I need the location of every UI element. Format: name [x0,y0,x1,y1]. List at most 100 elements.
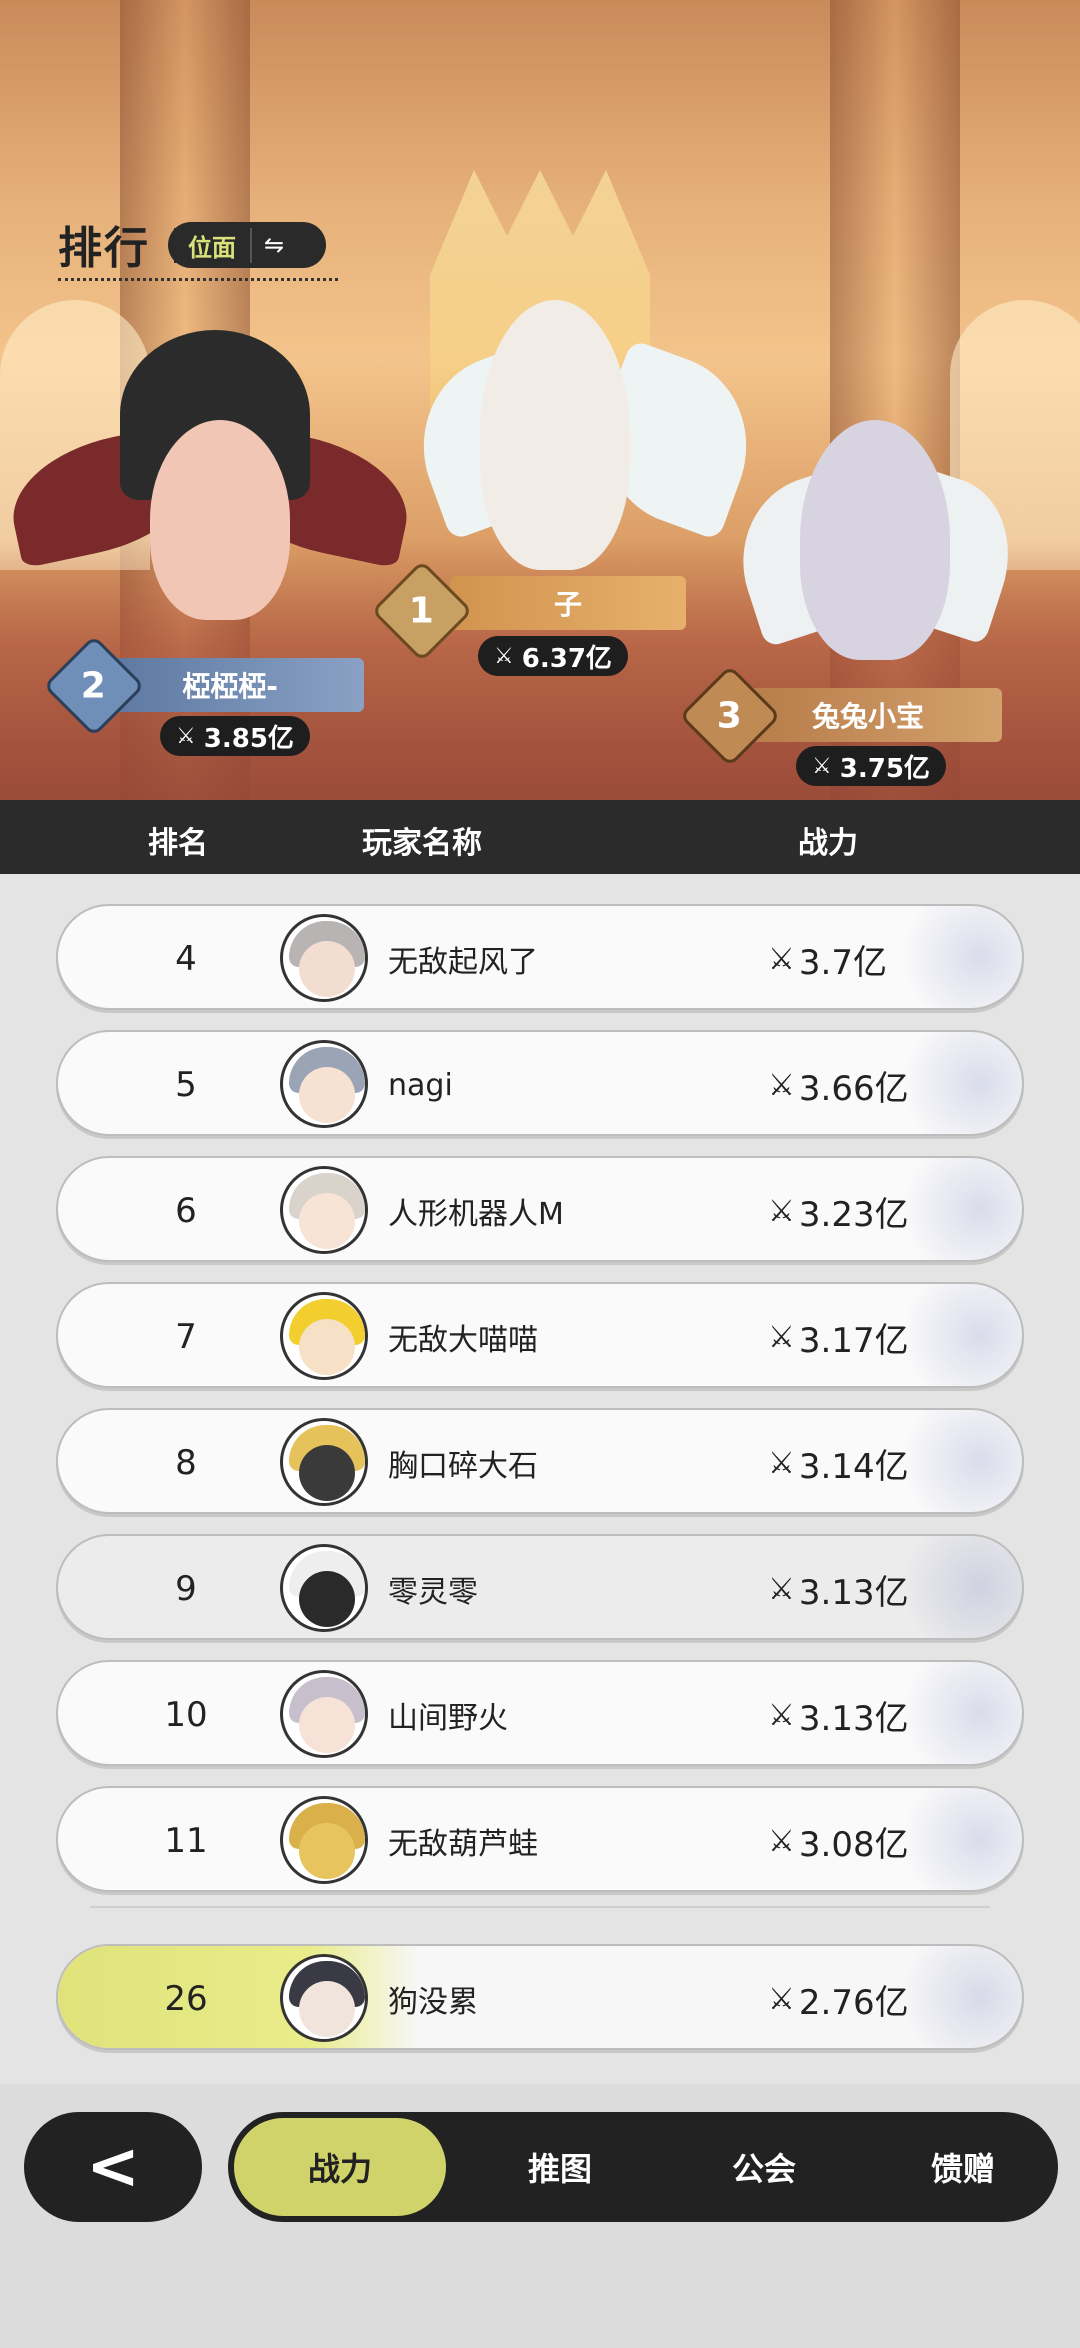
header-power: 战力 [798,826,858,861]
row-power-value: 3.23亿 [798,1194,909,1235]
rank-3-power: ⚔ 3.75亿 [796,746,946,786]
tab-guild[interactable]: 公会 [664,2112,864,2222]
row-power: ⚔ 3.13亿 [768,1662,909,1768]
table-row[interactable]: 9 零灵零 ⚔ 3.13亿 [56,1534,1024,1640]
list-divider [90,1906,990,1908]
rank-1-number: 1 [409,590,435,632]
rank-3-name: 兔兔小宝 [811,700,924,733]
row-player-name: 胸口碎大石 [388,1449,538,1484]
row-player-name: 人形机器人M [388,1197,564,1232]
ranking-list[interactable]: 4 无敌起风了 ⚔ 3.7亿 5 nagi ⚔ 3.66亿 6 人形机器人M ⚔ 3.… [0,874,1080,2084]
row-power: ⚔ 3.7亿 [768,906,887,1012]
character-rank-1[interactable] [480,300,630,570]
row-power: ⚔ 3.13亿 [768,1536,909,1642]
row-rank: 9 [175,1569,197,1609]
power-icon: ⚔ [176,723,196,749]
realm-switch-label: 位面 [174,227,252,263]
row-decoration [882,906,1022,1008]
avatar[interactable] [280,1040,368,1128]
row-power-value: 3.13亿 [798,1698,909,1739]
avatar[interactable] [280,1418,368,1506]
rank-1-name: 子 [553,588,582,621]
self-player-name: 狗没累 [388,1985,478,2020]
avatar[interactable] [280,1292,368,1380]
power-icon: ⚔ [768,1981,795,2017]
power-icon: ⚔ [768,941,795,977]
tab-stage-progress[interactable]: 推图 [460,2112,660,2222]
table-row[interactable]: 11 无敌葫芦蛙 ⚔ 3.08亿 [56,1786,1024,1892]
table-row[interactable]: 7 无敌大喵喵 ⚔ 3.17亿 [56,1282,1024,1388]
power-icon: ⚔ [768,1067,795,1103]
self-rank-row[interactable]: 26 狗没累 ⚔ 2.76亿 [56,1944,1024,2050]
avatar[interactable] [280,1796,368,1884]
table-row[interactable]: 8 胸口碎大石 ⚔ 3.14亿 [56,1408,1024,1514]
row-player-name: 无敌葫芦蛙 [388,1827,538,1862]
power-icon: ⚔ [494,643,514,669]
table-row[interactable]: 10 山间野火 ⚔ 3.13亿 [56,1660,1024,1766]
tab-label: 公会 [731,2150,796,2188]
power-icon: ⚔ [768,1319,795,1355]
row-power-value: 3.14亿 [798,1446,909,1487]
avatar[interactable] [280,1954,368,2042]
rank-3-number: 3 [717,695,743,737]
power-icon: ⚔ [768,1571,795,1607]
chevron-left-icon: < [86,2130,140,2204]
self-rank: 26 [164,1979,208,2019]
row-player-name: 无敌起风了 [388,945,538,980]
row-power-value: 3.7亿 [798,942,887,983]
rank-1-power-value: 6.37亿 [521,643,612,674]
power-icon: ⚔ [768,1823,795,1859]
swap-arrows-icon: ⇋ [264,231,285,259]
row-power-value: 3.66亿 [798,1068,909,1109]
page-title: 排行 [58,223,150,274]
table-row[interactable]: 6 人形机器人M ⚔ 3.23亿 [56,1156,1024,1262]
avatar[interactable] [280,1166,368,1254]
power-icon: ⚔ [768,1193,795,1229]
avatar[interactable] [280,914,368,1002]
realm-switch-button[interactable]: 位面 ⇋ [168,222,326,268]
row-power-value: 3.17亿 [798,1320,909,1361]
row-player-name: 山间野火 [388,1701,508,1736]
character-rank-2[interactable] [150,420,290,620]
table-header: 排名 玩家名称 战力 [0,800,1080,874]
rank-2-name: 椏椏椏- [182,670,278,703]
header-player-name: 玩家名称 [362,826,482,861]
self-power: ⚔ 2.76亿 [768,1946,909,2052]
row-power: ⚔ 3.66亿 [768,1032,909,1138]
row-rank: 4 [175,939,197,979]
power-icon: ⚔ [768,1445,795,1481]
avatar[interactable] [280,1670,368,1758]
row-player-name: 无敌大喵喵 [388,1323,538,1358]
rank-2-power: ⚔ 3.85亿 [160,716,310,756]
header-rank: 排名 [148,826,208,861]
self-power-value: 2.76亿 [798,1982,909,2023]
rank-2-number: 2 [81,665,107,707]
tab-label: 战力 [307,2150,372,2188]
rank-2-power-value: 3.85亿 [203,723,294,754]
back-button[interactable]: < [24,2112,202,2222]
category-tabs: 战力 推图 公会 馈赠 [228,2112,1058,2222]
power-icon: ⚔ [768,1697,795,1733]
podium-stage: 子 1 ⚔ 6.37亿 椏椏椏- 2 ⚔ 3.85亿 兔兔小宝 3 ⚔ 3.75… [0,0,1080,800]
tab-label: 推图 [527,2150,592,2188]
row-rank: 8 [175,1443,197,1483]
rank-1-power: ⚔ 6.37亿 [478,636,628,676]
row-rank: 10 [164,1695,208,1735]
tab-gift[interactable]: 馈赠 [868,2112,1058,2222]
row-power: ⚔ 3.08亿 [768,1788,909,1894]
power-icon: ⚔ [812,753,832,779]
character-rank-3[interactable] [800,420,950,660]
tab-label: 馈赠 [930,2150,995,2188]
table-row[interactable]: 5 nagi ⚔ 3.66亿 [56,1030,1024,1136]
row-rank: 7 [175,1317,197,1357]
tab-power[interactable]: 战力 [234,2118,446,2216]
title-underline [58,278,338,282]
row-power: ⚔ 3.14亿 [768,1410,909,1516]
table-row[interactable]: 4 无敌起风了 ⚔ 3.7亿 [56,904,1024,1010]
row-rank: 5 [175,1065,197,1105]
avatar[interactable] [280,1544,368,1632]
rank-3-power-value: 3.75亿 [839,753,930,784]
row-power-value: 3.13亿 [798,1572,909,1613]
rank-1-name-plate: 子 [450,576,686,630]
row-rank: 11 [164,1821,208,1861]
